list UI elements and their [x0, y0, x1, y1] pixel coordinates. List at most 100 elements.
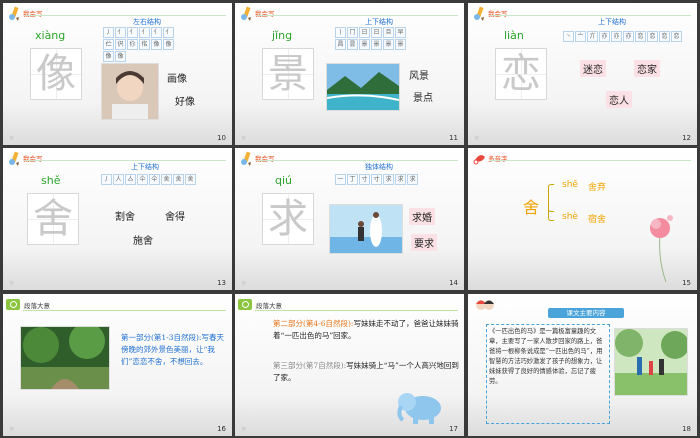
stroke-cell: 丶: [563, 31, 574, 42]
stroke-cell: 亠: [575, 31, 586, 42]
character-box: 恋: [495, 48, 547, 100]
section-tag: 我会写: [255, 155, 275, 163]
slide-15[interactable]: 多音字 舍 shě 舍弃 shè 宿舍 15: [468, 148, 697, 290]
stroke-cell: 冂: [347, 27, 358, 38]
stroke-cell: 仐: [149, 174, 160, 185]
stroke-cell: 求: [407, 174, 418, 185]
stroke-cell: 舍: [161, 174, 172, 185]
word-1: 求婚: [409, 208, 435, 225]
divider: [25, 160, 226, 161]
stroke-cell: 舍: [185, 174, 196, 185]
pinyin: xiàng: [35, 29, 66, 42]
stroke-cell: 亻: [139, 27, 150, 38]
pinyin: liàn: [504, 29, 524, 42]
kids-decoration: [476, 300, 494, 310]
structure-label: 独体结构: [365, 163, 393, 171]
part-three-head: 第三部分(第7自然段):: [273, 361, 347, 370]
divider: [490, 160, 691, 161]
slide-13[interactable]: 我会写 上下结构 shě 舍 丿人亼仐仐舍舍舍 割舍 舍得 施舍 ☼ 13: [3, 148, 232, 290]
slide-number: 14: [449, 279, 458, 287]
reading-1-word: 舍弃: [588, 183, 607, 193]
divider: [255, 310, 458, 311]
footer-mark: ☼: [9, 426, 15, 433]
stroke-cell: 恋: [671, 31, 682, 42]
stroke-cell: 伬: [115, 39, 126, 50]
part-one-head: 第一部分(第1-3自然段):: [121, 333, 202, 342]
slide-18[interactable]: 课文主要内容 《一匹出色的马》是一篇极富童趣的文章，主要写了一家人散步回家的路上…: [468, 294, 697, 436]
word-1: 迷恋: [580, 60, 606, 77]
stroke-cell: 亣: [587, 31, 598, 42]
pencil-icon: [9, 151, 19, 166]
footer-mark: ☼: [241, 280, 247, 287]
stroke-cell: 亻: [127, 27, 138, 38]
structure-label: 上下结构: [598, 18, 626, 26]
pinyin: jǐng: [272, 29, 293, 42]
word-1: 画像: [167, 74, 187, 85]
summary-icon: [238, 299, 252, 310]
stroke-cell: 人: [113, 174, 124, 185]
stroke-cell: 仐: [137, 174, 148, 185]
slide-17[interactable]: 段落大意 第二部分(第4-6自然段):写妹妹走不动了，爸爸让妹妹骑着“一匹出色的…: [235, 294, 464, 436]
stroke-cell: 景: [383, 39, 394, 50]
stroke-cell: 亦: [599, 31, 610, 42]
pinyin: qiú: [275, 174, 293, 187]
landscape-photo: [326, 63, 400, 111]
stroke-cell: 昙: [347, 39, 358, 50]
divider: [25, 15, 226, 16]
stroke-order: 丨冂日日旦早昌昙景景景景: [335, 27, 415, 50]
divider: [257, 15, 458, 16]
character-box: 像: [30, 48, 82, 100]
stroke-cell: 恋: [647, 31, 658, 42]
reading-2-pinyin: shè: [562, 212, 578, 222]
stroke-cell: 丿: [103, 27, 114, 38]
slide-16[interactable]: 段落大意 第一部分(第1-3自然段):写春天傍晚的郊外景色美丽，让“我们”恋恋不…: [3, 294, 232, 436]
section-tag: 多音字: [488, 155, 508, 163]
bracket-lower: [548, 194, 554, 221]
slide-number: 11: [449, 134, 458, 142]
stroke-cell: 景: [359, 39, 370, 50]
stroke-cell: 昌: [335, 39, 346, 50]
word-3: 施舍: [133, 236, 153, 247]
word-2: 好像: [175, 97, 195, 108]
stroke-cell: 日: [371, 27, 382, 38]
stroke-cell: 景: [371, 39, 382, 50]
stroke-order: 丶亠亣亦亦亦恋恋恋恋: [563, 31, 693, 42]
pencil-icon: [241, 6, 251, 21]
part-two: 第二部分(第4-6自然段):写妹妹走不动了，爸爸让妹妹骑着“一匹出色的马”回家。: [273, 318, 461, 342]
stroke-cell: 日: [359, 27, 370, 38]
stroke-cell: 伫: [103, 39, 114, 50]
stroke-cell: 恋: [635, 31, 646, 42]
slide-11[interactable]: 我会写 上下结构 jǐng 景 丨冂日日旦早昌昙景景景景 风景 景点 ☼ 11: [235, 3, 464, 145]
slide-14[interactable]: 我会写 独体结构 qiú 求 一丁寸寸求求求 求婚 要求 ☼ 14: [235, 148, 464, 290]
word-2: 舍得: [165, 212, 185, 223]
slide-12[interactable]: 我会写 上下结构 liàn 恋 丶亠亣亦亦亦恋恋恋恋 迷恋 恋家 恋人 ☼ 12: [468, 3, 697, 145]
word-2: 要求: [411, 234, 437, 251]
footer-mark: ☼: [9, 135, 15, 142]
structure-label: 左右结构: [133, 18, 161, 26]
stroke-cell: 旦: [383, 27, 394, 38]
footer-mark: ☼: [241, 426, 247, 433]
part-one: 第一部分(第1-3自然段):写春天傍晚的郊外景色美丽，让“我们”恋恋不舍，不想回…: [121, 332, 225, 368]
stroke-cell: 像: [115, 51, 126, 62]
elephant-decoration: [397, 393, 441, 424]
reading-2-word: 宿舍: [588, 215, 607, 225]
summary-icon: [6, 299, 20, 310]
pencil-icon: [241, 151, 251, 166]
stroke-cell: 亦: [623, 31, 634, 42]
word-3: 恋人: [606, 91, 632, 108]
footer-mark: ☼: [474, 135, 480, 142]
section-tag: 我会写: [23, 155, 43, 163]
stroke-cell: 丨: [335, 27, 346, 38]
stroke-cell: 恋: [659, 31, 670, 42]
polyphonic-char: 舍: [523, 198, 540, 217]
section-title: 段落大意: [256, 302, 282, 310]
stroke-order: 一丁寸寸求求求: [335, 174, 460, 185]
stroke-cell: 亻: [115, 27, 126, 38]
section-tag: 我会写: [255, 10, 275, 18]
divider: [490, 15, 691, 16]
stroke-cell: 像: [151, 39, 162, 50]
slide-10[interactable]: 我会写 左右结构 xiàng 像 丿亻亻亻亻亻伫伬伱佲像像像像 画像 好像 ☼ …: [3, 3, 232, 145]
stroke-cell: 丁: [347, 174, 358, 185]
stroke-cell: 舍: [173, 174, 184, 185]
word-1: 割舍: [115, 212, 135, 223]
